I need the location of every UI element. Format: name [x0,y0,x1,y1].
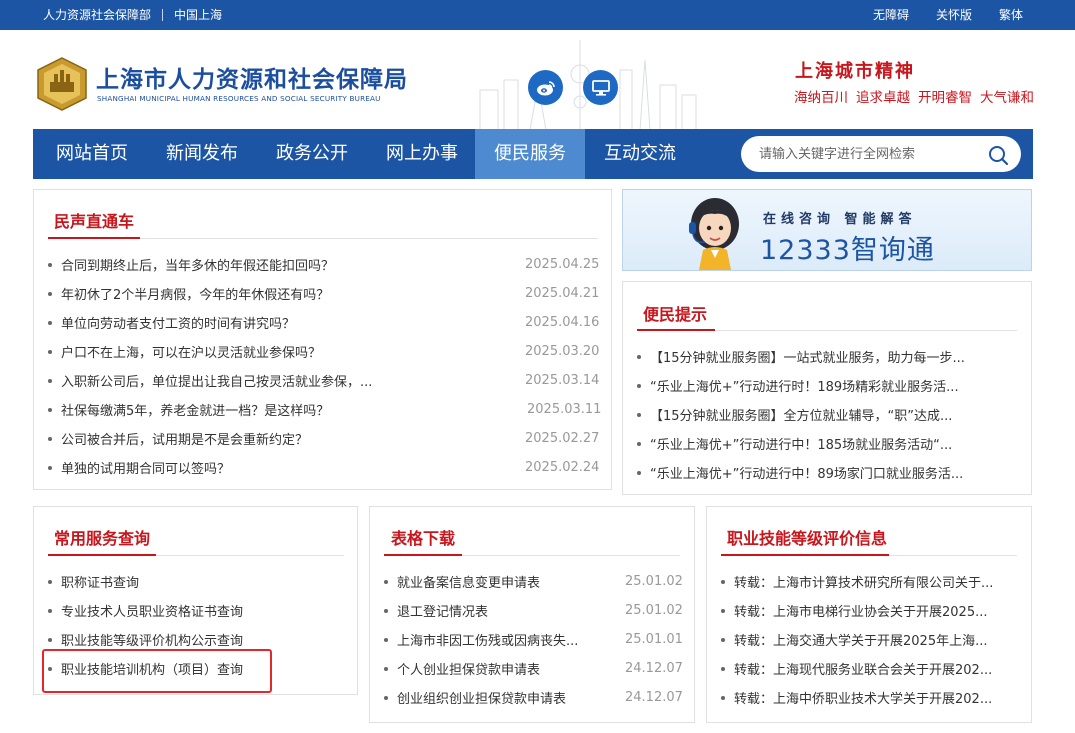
panel-title-underline [637,329,1017,331]
site-subtitle: SHANGHAI MUNICIPAL HUMAN RESOURCES AND S… [97,94,381,103]
top-bar-left: 人力资源社会保障部 中国上海 [43,6,222,23]
list-item[interactable]: “乐业上海优+”行动进行时！189场精彩就业服务活... [637,376,959,395]
list-item[interactable]: 户口不在上海，可以在沪以灵活就业参保吗？ [48,342,321,361]
panel-title[interactable]: 便民提示 [643,301,707,325]
skill-assessment-panel: 职业技能等级评价信息 转载：上海市计算技术研究所有限公司关于... 转载：上海市… [706,506,1032,723]
nav-home[interactable]: 网站首页 [33,129,151,179]
weibo-icon [536,80,555,95]
list-item[interactable]: 【15分钟就业服务圈】全方位就业辅导，“职”达成... [637,405,952,424]
list-item[interactable]: 单独的试用期合同可以签吗？ [48,458,230,477]
weibo-button[interactable] [528,70,563,105]
training-institution-query-link[interactable]: 职业技能培训机构（项目）查询 [48,659,243,678]
list-item[interactable]: 专业技术人员职业资格证书查询 [48,601,243,620]
list-item[interactable]: 创业组织创业担保贷款申请表 [384,688,566,707]
nav-public-services[interactable]: 便民服务 [475,129,585,179]
top-bar-right: 无障碍 关怀版 繁体 [873,6,1023,23]
nav-news[interactable]: 新闻发布 [147,129,257,179]
list-item-date: 2025.04.16 [525,315,600,330]
desktop-site-button[interactable] [583,70,618,105]
list-item[interactable]: 退工登记情况表 [384,601,488,620]
list-item-date: 2025.04.21 [525,286,600,301]
customer-service-avatar-icon [689,198,739,270]
list-item-date: 2025.03.20 [525,344,600,359]
list-item-date: 24.12.07 [625,690,683,705]
main-nav: 网站首页 新闻发布 政务公开 网上办事 便民服务 互动交流 [33,129,1033,179]
panel-title[interactable]: 表格下载 [391,525,455,549]
banner-tagline: 在线咨询 智能解答 [763,212,917,227]
common-services-panel: 常用服务查询 职称证书查询 专业技术人员职业资格证书查询 职业技能等级评价机构公… [33,506,358,695]
list-item-date: 25.01.02 [625,574,683,589]
list-item[interactable]: “乐业上海优+”行动进行中！185场就业服务活动“... [637,434,952,453]
search-icon[interactable] [987,144,1009,166]
list-item-date: 2025.02.27 [525,431,600,446]
list-item[interactable]: “乐业上海优+”行动进行中！89场家门口就业服务活... [637,463,963,482]
list-item-date: 25.01.01 [625,632,683,647]
list-item[interactable]: 转载：上海交通大学关于开展2025年上海... [721,630,987,649]
city-spirit-word: 追求卓越 [856,90,910,106]
bureau-emblem-icon[interactable] [34,56,90,112]
china-shanghai-link[interactable]: 中国上海 [174,6,222,23]
city-spirit-word: 海纳百川 [794,90,848,106]
site-header: 上海市人力资源和社会保障局 SHANGHAI MUNICIPAL HUMAN R… [0,30,1075,130]
list-item[interactable]: 个人创业担保贷款申请表 [384,659,540,678]
city-spirit-words: 海纳百川 追求卓越 开明睿智 大气谦和 [794,86,1034,106]
form-download-panel: 表格下载 就业备案信息变更申请表 25.01.02 退工登记情况表 25.01.… [369,506,695,723]
list-item[interactable]: 合同到期终止后，当年多休的年假还能扣回吗？ [48,255,334,274]
list-item[interactable]: 单位向劳动者支付工资的时间有讲究吗？ [48,313,295,332]
public-voice-panel: 民声直通车 合同到期终止后，当年多休的年假还能扣回吗？ 2025.04.25 年… [33,189,612,490]
site-search [741,136,1021,172]
panel-title[interactable]: 职业技能等级评价信息 [727,525,887,549]
smart-consult-banner[interactable]: 在线咨询 智能解答 12333智询通 [622,189,1032,271]
top-bar-divider [162,8,164,21]
list-item-date: 24.12.07 [625,661,683,676]
list-item[interactable]: 公司被合并后，试用期是不是会重新约定？ [48,429,308,448]
panel-title-underline [384,554,680,556]
panel-title-underline [48,554,344,556]
panel-title[interactable]: 常用服务查询 [54,525,150,549]
service-tips-panel: 便民提示 【15分钟就业服务圈】一站式就业服务，助力每一步... “乐业上海优+… [622,281,1032,495]
list-item-date: 2025.03.11 [527,402,602,417]
panel-title[interactable]: 民声直通车 [54,208,134,232]
site-title[interactable]: 上海市人力资源和社会保障局 [96,60,408,94]
list-item[interactable]: 社保每缴满5年，养老金就进一档？是这样吗？ [48,400,329,419]
accessibility-link[interactable]: 无障碍 [873,6,909,23]
list-item[interactable]: 入职新公司后，单位提出让我自己按灵活就业参保，... [48,371,372,390]
list-item-date: 2025.02.24 [525,460,600,475]
list-item[interactable]: 职业技能等级评价机构公示查询 [48,630,243,649]
list-item[interactable]: 【15分钟就业服务圈】一站式就业服务，助力每一步... [637,347,965,366]
list-item-date: 2025.04.25 [525,257,600,272]
banner-title: 12333智询通 [760,235,935,266]
list-item[interactable]: 转载：上海现代服务业联合会关于开展202... [721,659,992,678]
city-spirit-word: 开明睿智 [918,90,972,106]
search-input[interactable] [759,136,979,172]
mohrss-link[interactable]: 人力资源社会保障部 [43,6,151,23]
monitor-icon [591,79,610,96]
traditional-chinese-link[interactable]: 繁体 [999,6,1023,23]
city-spirit-word: 大气谦和 [980,90,1034,106]
panel-title-underline [48,237,598,239]
list-item[interactable]: 职称证书查询 [48,572,139,591]
top-bar: 人力资源社会保障部 中国上海 无障碍 关怀版 繁体 [0,0,1075,30]
list-item[interactable]: 上海市非因工伤残或因病丧失... [384,630,578,649]
nav-online-services[interactable]: 网上办事 [367,129,477,179]
care-mode-link[interactable]: 关怀版 [936,6,972,23]
list-item-date: 2025.03.14 [525,373,600,388]
list-item[interactable]: 转载：上海市电梯行业协会关于开展2025... [721,601,987,620]
panel-title-underline [721,554,1017,556]
list-item[interactable]: 就业备案信息变更申请表 [384,572,540,591]
list-item[interactable]: 年初休了2个半月病假，今年的年休假还有吗？ [48,284,329,303]
nav-interaction[interactable]: 互动交流 [585,129,695,179]
nav-government-affairs[interactable]: 政务公开 [257,129,367,179]
city-spirit-title: 上海城市精神 [795,61,915,82]
list-item[interactable]: 转载：上海市计算技术研究所有限公司关于... [721,572,993,591]
list-item-date: 25.01.02 [625,603,683,618]
list-item[interactable]: 转载：上海中侨职业技术大学关于开展202... [721,688,992,707]
